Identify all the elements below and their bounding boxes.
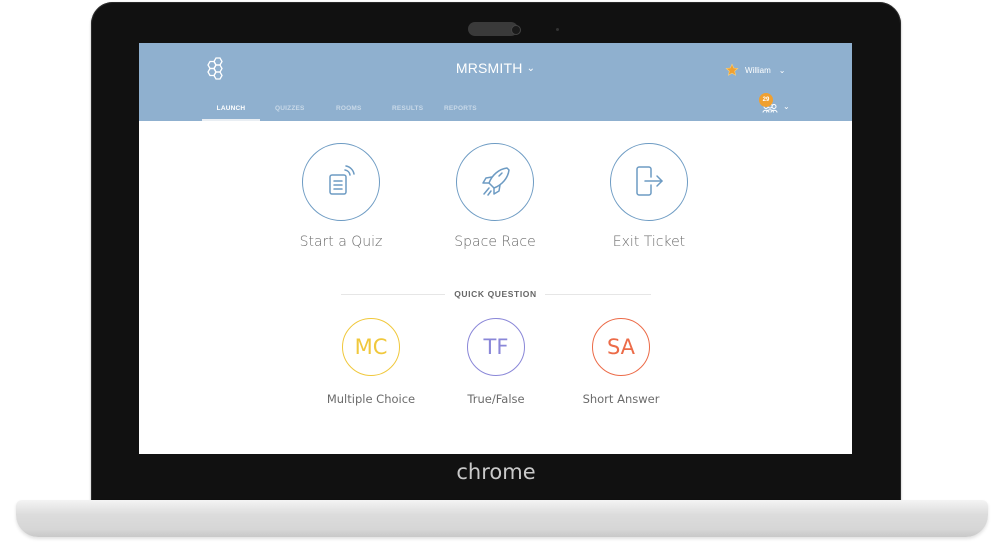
tab-launch[interactable]: LAUNCH	[202, 101, 260, 121]
chrome-brand-label: chrome	[456, 460, 536, 484]
exit-ticket-label: Exit Ticket	[612, 234, 686, 250]
true-false-button[interactable]: TF	[467, 318, 525, 376]
students-menu[interactable]: 29 ⌄	[759, 93, 799, 115]
short-answer-label: Short Answer	[582, 392, 660, 406]
tab-rooms[interactable]: ROOMS	[336, 101, 362, 121]
short-answer-button[interactable]: SA	[592, 318, 650, 376]
webcam-indicator	[556, 28, 559, 31]
webcam-lens	[511, 25, 521, 35]
room-title: MRSMITH	[455, 60, 523, 76]
chevron-down-icon: ⌄	[526, 63, 536, 74]
rocket-icon	[482, 167, 510, 196]
students-count-badge: 29	[759, 93, 773, 107]
tab-reports[interactable]: REPORTS	[444, 101, 477, 121]
app-header: MRSMITH ⌄ LAUNCH QUIZZES ROOMS RESULTS RE…	[139, 43, 852, 121]
true-false-label: True/False	[467, 392, 525, 406]
start-quiz-button[interactable]	[302, 143, 380, 221]
tab-results[interactable]: RESULTS	[392, 101, 423, 121]
launch-space-race[interactable]: Space Race	[420, 143, 570, 250]
quiz-device-icon	[329, 165, 355, 195]
qq-true-false[interactable]: TF True/False	[436, 318, 556, 406]
exit-ticket-button[interactable]	[610, 143, 688, 221]
app-screen: MRSMITH ⌄ LAUNCH QUIZZES ROOMS RESULTS RE…	[139, 43, 852, 454]
tab-quizzes[interactable]: QUIZZES	[275, 101, 305, 121]
space-race-button[interactable]	[456, 143, 534, 221]
user-menu[interactable]: William ⌄	[725, 62, 785, 78]
multiple-choice-button[interactable]: MC	[342, 318, 400, 376]
exit-door-icon	[636, 166, 663, 196]
multiple-choice-label: Multiple Choice	[326, 392, 416, 406]
chevron-down-icon: ⌄	[778, 65, 786, 75]
qq-short-answer[interactable]: SA Short Answer	[561, 318, 681, 406]
launch-start-quiz[interactable]: Start a Quiz	[266, 143, 416, 250]
chevron-down-icon: ⌄	[783, 102, 790, 111]
space-race-label: Space Race	[454, 234, 536, 250]
quick-question-heading: QUICK QUESTION	[454, 289, 537, 299]
qq-multiple-choice[interactable]: MC Multiple Choice	[311, 318, 431, 406]
user-name: William	[745, 65, 771, 75]
star-icon	[725, 63, 739, 76]
start-quiz-label: Start a Quiz	[299, 234, 383, 250]
laptop-base	[16, 500, 988, 537]
launch-exit-ticket[interactable]: Exit Ticket	[574, 143, 724, 250]
